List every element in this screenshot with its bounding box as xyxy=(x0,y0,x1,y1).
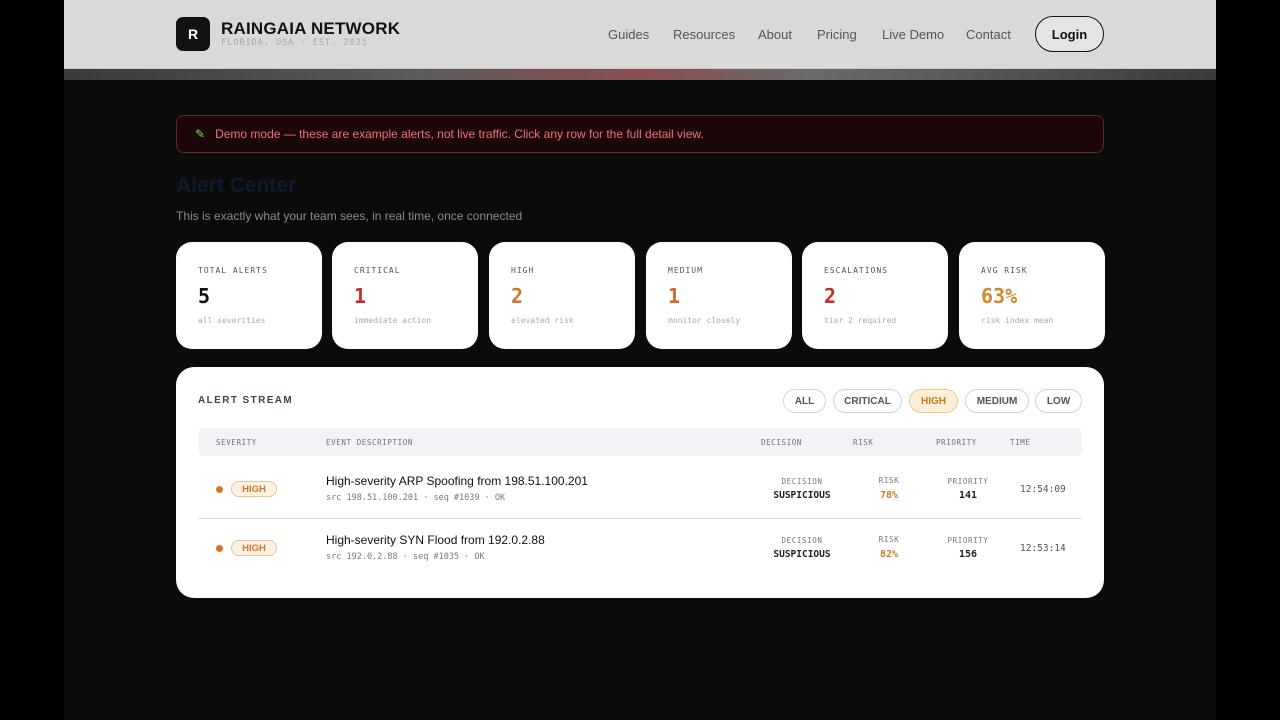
table-row[interactable]: HIGH High-severity ARP Spoofing from 198… xyxy=(198,460,1082,518)
nav-resources[interactable]: Resources xyxy=(673,27,735,42)
severity-badge: HIGH xyxy=(231,540,277,556)
pencil-icon: ✎ xyxy=(195,127,206,141)
nav-guides[interactable]: Guides xyxy=(608,27,649,42)
login-button[interactable]: Login xyxy=(1035,16,1104,52)
column-header[interactable]: EVENT DESCRIPTION xyxy=(326,438,413,447)
stat-label: TOTAL ALERTS xyxy=(198,266,268,275)
stat-subtext: tier 2 required xyxy=(824,316,897,325)
severity-dot xyxy=(216,545,223,552)
severity-dot xyxy=(216,486,223,493)
risk-label: RISK xyxy=(878,476,900,485)
alert-stream-panel: ALERT STREAM ALL CRITICAL HIGH MEDIUM LO… xyxy=(176,367,1104,598)
stat-card-medium: MEDIUM 1 monitor closely xyxy=(646,242,792,349)
page: R RAINGAIA NETWORK FLORIDA, USA · EST. 2… xyxy=(64,0,1216,720)
filter-all[interactable]: ALL xyxy=(783,389,826,413)
nav-live-demo[interactable]: Live Demo xyxy=(882,27,944,42)
alert-time: 12:54:09 xyxy=(1020,484,1066,495)
event-description: High-severity SYN Flood from 192.0.2.88 xyxy=(326,533,545,547)
risk-label: RISK xyxy=(878,535,900,544)
decision-value: SUSPICIOUS xyxy=(773,490,831,501)
stat-card-escalations: ESCALATIONS 2 tier 2 required xyxy=(802,242,948,349)
filter-critical[interactable]: CRITICAL xyxy=(833,389,902,413)
priority-label: PRIORITY xyxy=(947,536,989,545)
column-header[interactable]: DECISION xyxy=(761,438,802,447)
stat-subtext: elevated risk xyxy=(511,316,574,325)
brand-tagline: FLORIDA, USA · EST. 2025 xyxy=(221,38,368,48)
stat-card-critical: CRITICAL 1 immediate action xyxy=(332,242,478,349)
stat-card-avg-risk: AVG RISK 63% risk index mean xyxy=(959,242,1105,349)
priority-value: 156 xyxy=(958,549,978,560)
stat-label: ESCALATIONS xyxy=(824,266,888,275)
table-header: SEVERITY EVENT DESCRIPTION DECISION RISK… xyxy=(198,428,1082,456)
decision-value: SUSPICIOUS xyxy=(773,549,831,560)
page-title: Alert Center xyxy=(176,174,297,197)
risk-value: 82% xyxy=(879,549,899,560)
priority-label: PRIORITY xyxy=(947,477,989,486)
column-header[interactable]: PRIORITY xyxy=(936,438,977,447)
risk-value: 78% xyxy=(879,490,899,501)
column-header[interactable]: RISK xyxy=(853,438,873,447)
top-nav-bar: R RAINGAIA NETWORK FLORIDA, USA · EST. 2… xyxy=(64,0,1216,69)
nav-contact[interactable]: Contact xyxy=(966,27,1011,42)
nav-about[interactable]: About xyxy=(758,27,792,42)
stat-value: 63% xyxy=(981,284,1018,308)
event-description: High-severity ARP Spoofing from 198.51.1… xyxy=(326,474,588,488)
logo-icon[interactable]: R xyxy=(176,17,210,51)
nav-pricing[interactable]: Pricing xyxy=(817,27,857,42)
stat-label: CRITICAL xyxy=(354,266,401,275)
brand-name[interactable]: RAINGAIA NETWORK xyxy=(221,19,400,39)
stat-value: 2 xyxy=(824,284,837,308)
decision-label: DECISION xyxy=(781,536,823,545)
stat-subtext: monitor closely xyxy=(668,316,741,325)
demo-mode-banner: ✎ Demo mode — these are example alerts, … xyxy=(176,115,1104,153)
filter-low[interactable]: LOW xyxy=(1035,389,1082,413)
page-subtitle: This is exactly what your team sees, in … xyxy=(176,209,523,223)
event-meta: src 192.0.2.88 · seq #1035 · OK xyxy=(326,552,485,562)
filter-medium[interactable]: MEDIUM xyxy=(965,389,1029,413)
stat-label: MEDIUM xyxy=(668,266,703,275)
stat-subtext: immediate action xyxy=(354,316,432,325)
stat-card-total: TOTAL ALERTS 5 all severities xyxy=(176,242,322,349)
alert-time: 12:53:14 xyxy=(1020,543,1066,554)
stat-label: AVG RISK xyxy=(981,266,1028,275)
alert-stream-title: ALERT STREAM xyxy=(198,395,294,406)
stat-value: 1 xyxy=(668,284,681,308)
table-row[interactable]: HIGH High-severity SYN Flood from 192.0.… xyxy=(198,519,1082,577)
event-meta: src 198.51.100.201 · seq #1039 · OK xyxy=(326,493,506,503)
decision-label: DECISION xyxy=(781,477,823,486)
filter-high[interactable]: HIGH xyxy=(909,389,958,413)
stat-value: 5 xyxy=(198,284,211,308)
stat-label: HIGH xyxy=(511,266,535,275)
banner-text: Demo mode — these are example alerts, no… xyxy=(215,127,704,141)
stat-card-high: HIGH 2 elevated risk xyxy=(489,242,635,349)
column-header[interactable]: SEVERITY xyxy=(216,438,257,447)
severity-badge: HIGH xyxy=(231,481,277,497)
priority-value: 141 xyxy=(958,490,978,501)
stat-value: 1 xyxy=(354,284,367,308)
column-header[interactable]: TIME xyxy=(1010,438,1030,447)
stat-subtext: risk index mean xyxy=(981,316,1054,325)
stat-subtext: all severities xyxy=(198,316,266,325)
stat-value: 2 xyxy=(511,284,524,308)
